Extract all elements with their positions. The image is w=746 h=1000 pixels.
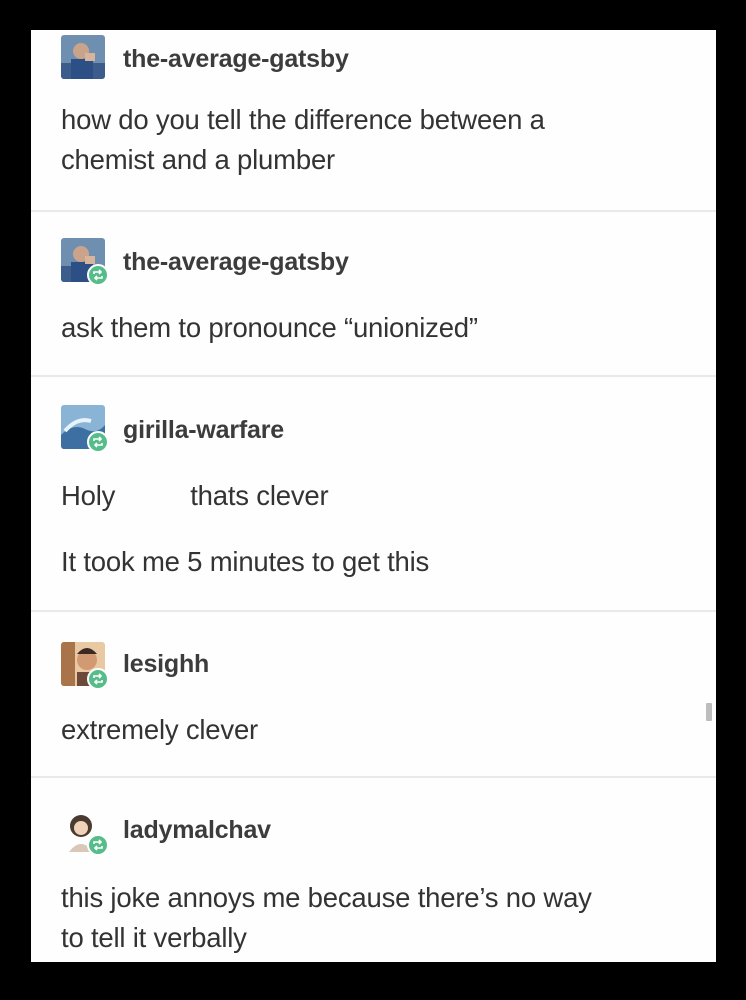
post-text-line: this joke annoys me because there’s no w… xyxy=(61,882,592,913)
divider xyxy=(31,210,716,212)
post-username[interactable]: the-average-gatsby xyxy=(123,45,349,74)
scrollbar-thumb[interactable] xyxy=(706,703,712,721)
post-text-line: It took me 5 minutes to get this xyxy=(61,546,430,577)
divider xyxy=(31,610,716,612)
reblog-icon xyxy=(87,431,109,453)
post-text-line: chemist and a plumber xyxy=(61,144,335,175)
avatar[interactable] xyxy=(61,405,109,453)
post-text-line: extremely clever xyxy=(61,714,258,745)
reblog-icon xyxy=(87,264,109,286)
post-text-part: thats clever xyxy=(190,480,329,511)
post-username[interactable]: lesighh xyxy=(123,650,209,679)
post-text-line: how do you tell the difference between a xyxy=(61,104,545,135)
post-text-line: to tell it verbally xyxy=(61,922,247,953)
avatar[interactable] xyxy=(61,35,105,79)
avatar[interactable] xyxy=(61,808,109,856)
avatar[interactable] xyxy=(61,238,109,286)
post-text-part: Holy xyxy=(61,480,116,511)
avatar[interactable] xyxy=(61,642,109,690)
divider xyxy=(31,375,716,377)
divider xyxy=(31,776,716,778)
tumblr-post-thread: the-average-gatsby how do you tell the d… xyxy=(31,30,716,962)
post-username[interactable]: girilla-warfare xyxy=(123,416,284,445)
post-text-line: Holy thats clever xyxy=(61,476,329,516)
reblog-icon xyxy=(87,668,109,690)
post-text-line: ask them to pronounce “unionized” xyxy=(61,312,478,343)
post-username[interactable]: ladymalchav xyxy=(123,816,271,845)
man-avatar-icon xyxy=(61,35,105,79)
post-username[interactable]: the-average-gatsby xyxy=(123,248,349,277)
reblog-icon xyxy=(87,834,109,856)
